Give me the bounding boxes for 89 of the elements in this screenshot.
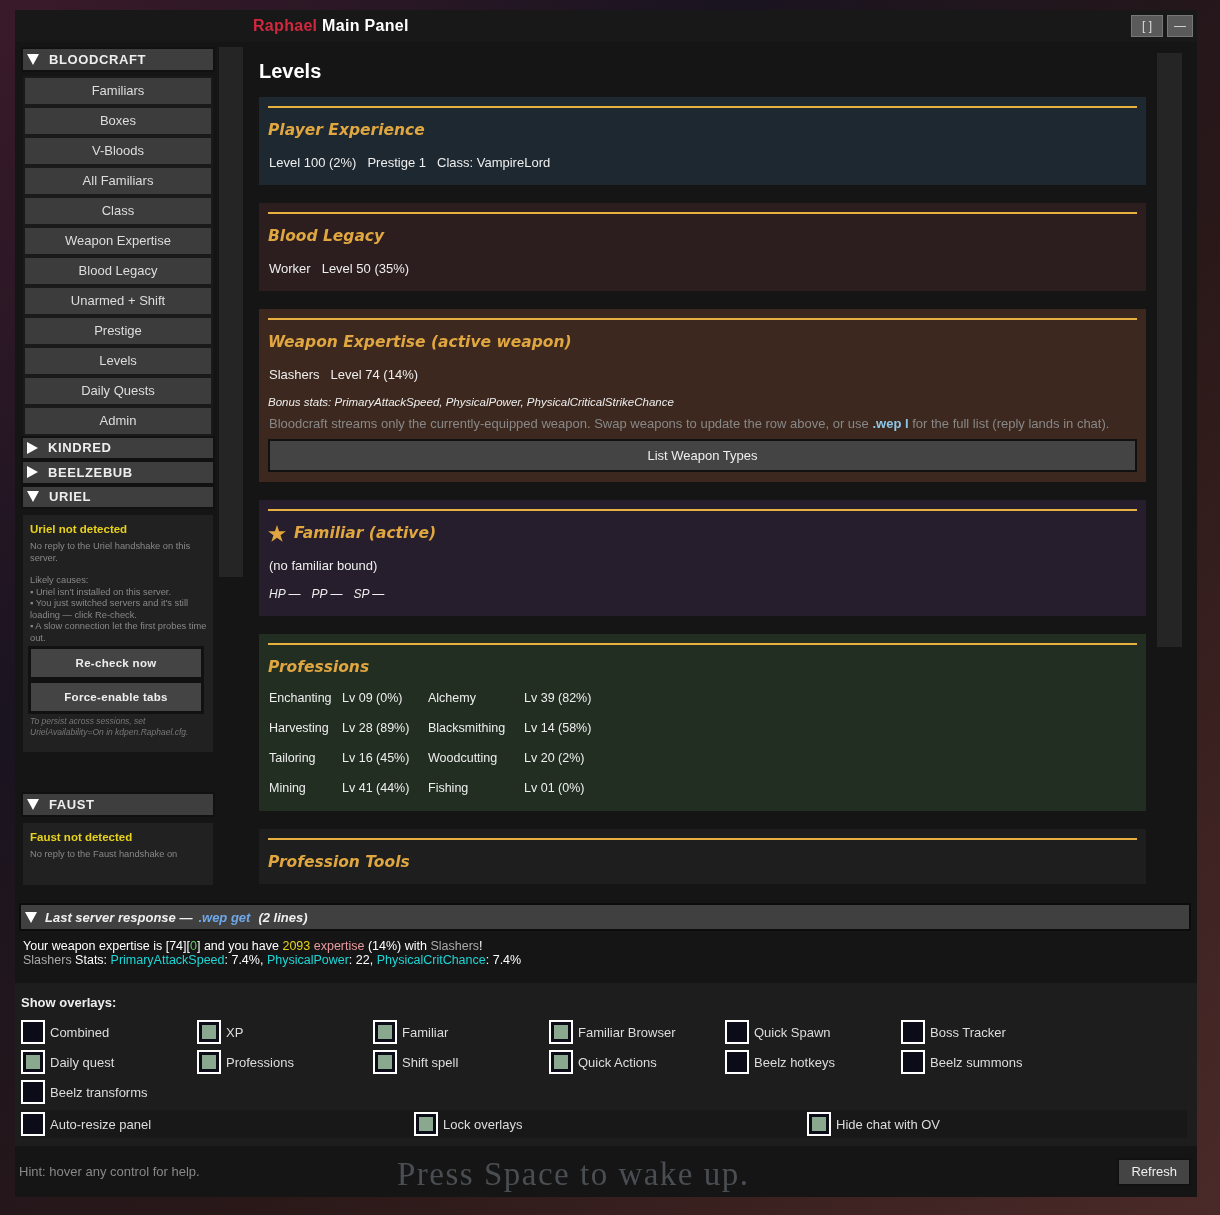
stat-text: Class: VampireLord (437, 155, 551, 170)
background-text: Press Space to wake up. (397, 1156, 750, 1193)
sidebar-item[interactable]: Daily Quests (23, 375, 213, 406)
profession-name: Woodcutting (428, 751, 499, 765)
profession-level: Lv 41 (44%) (342, 781, 411, 795)
card-title: Familiar (active) (294, 524, 436, 542)
sidebar-item[interactable]: Class (23, 195, 213, 226)
overlay-checkbox[interactable]: Beelz transforms (21, 1080, 197, 1104)
notice-button[interactable]: Re-check now (28, 646, 204, 680)
stat-text: PP — (311, 587, 343, 601)
overlay-checkbox[interactable]: Combined (21, 1020, 197, 1044)
response-header[interactable]: Last server response — .wep get (2 lines) (19, 903, 1191, 931)
notice-title: Faust not detected (30, 830, 134, 843)
overlay-checkbox[interactable]: Familiar (373, 1020, 549, 1044)
sidebar-item[interactable]: Weapon Expertise (23, 225, 213, 256)
sidebar-item[interactable]: Familiars (23, 75, 213, 106)
profession-level: Lv 09 (0%) (342, 691, 404, 705)
response-line: Slashers Stats: PrimaryAttackSpeed: 7.4%, PhysicalPower: 22, PhysicalCritChance: 7.4% (23, 953, 523, 967)
sidebar-item[interactable]: All Familiars (23, 165, 213, 196)
window-title: Raphael Main Panel (253, 17, 409, 35)
notice-text: No reply to the Faust handshake on (30, 848, 179, 860)
profession-name: Enchanting (269, 691, 333, 705)
profession-name: Tailoring (269, 751, 317, 765)
sidebar-item[interactable]: V-Bloods (23, 135, 213, 166)
overlay-checkbox[interactable]: Beelz summons (901, 1050, 1077, 1074)
notice-button[interactable]: Force-enable tabs (28, 680, 204, 714)
notice-text: No reply to the Uriel handshake on this server. (30, 541, 192, 564)
profession-name: Blacksmithing (428, 721, 507, 735)
stat-text: Worker (269, 261, 311, 276)
refresh-button[interactable]: Refresh (1117, 1157, 1191, 1186)
minimize-button[interactable]: — (1167, 15, 1193, 37)
overlay-checkbox[interactable]: Beelz hotkeys (725, 1050, 901, 1074)
card-title: Player Experience (268, 121, 425, 139)
sidebar-item[interactable]: Levels (23, 345, 213, 376)
stat-text: SP — (353, 587, 385, 601)
stat-text: Level 74 (14%) (330, 367, 419, 382)
overlay-checkbox[interactable]: Quick Actions (549, 1050, 725, 1074)
sidebar-item[interactable]: Admin (23, 405, 213, 436)
section-header[interactable]: KINDRED (21, 435, 215, 460)
card-title: Professions (268, 658, 370, 676)
profession-name: Alchemy (428, 691, 477, 705)
response-line: Your weapon expertise is [74][0] and you have 2093 expertise (14%) with Slashers! (23, 939, 484, 953)
list-weapon-types-button[interactable]: List Weapon Types (268, 439, 1137, 472)
stat-text: Prestige 1 (367, 155, 426, 170)
section-heading: Levels (259, 60, 323, 84)
sidebar-item[interactable]: Prestige (23, 315, 213, 346)
card-title: Profession Tools (268, 853, 410, 871)
section-header[interactable]: FAUST (21, 792, 215, 817)
overlay-checkbox[interactable]: Hide chat with OV (807, 1112, 1187, 1136)
overlay-checkbox[interactable]: Auto-resize panel (21, 1112, 414, 1136)
notice-text: Likely causes: ▪ Uriel isn't installed on this server. ▪ You just switched servers and it's still loading — click Re-check. ▪ A slow connection let the first probes time out. (30, 575, 208, 644)
bonus-stats-text: Bonus stats: PrimaryAttackSpeed, PhysicalPower, PhysicalCriticalStrikeChance (268, 396, 675, 408)
familiar-status: (no familiar bound) (269, 558, 379, 573)
notice-title: Uriel not detected (30, 523, 129, 535)
overlay-checkbox[interactable]: Professions (197, 1050, 373, 1074)
profession-name: Mining (269, 781, 307, 795)
overlay-checkbox[interactable]: Daily quest (21, 1050, 197, 1074)
section-header[interactable]: BEELZEBUB (21, 460, 215, 485)
profession-level: Lv 20 (2%) (524, 751, 586, 765)
sidebar-item[interactable]: Blood Legacy (23, 255, 213, 286)
overlay-checkbox[interactable]: Quick Spawn (725, 1020, 901, 1044)
note-text: Bloodcraft streams only the currently-equipped weapon. Swap weapons to update the row above, or use .wep l for the full list (reply lands in chat). (269, 416, 1111, 431)
hint-text: Hint: hover any control for help. (19, 1164, 200, 1179)
overlays-label: Show overlays: (21, 995, 118, 1010)
profession-name: Harvesting (269, 721, 330, 735)
star-icon (268, 524, 286, 542)
profession-level: Lv 39 (82%) (524, 691, 592, 705)
stat-text: Slashers (269, 367, 320, 382)
stat-text: Level 50 (35%) (321, 261, 410, 276)
profession-level: Lv 14 (58%) (524, 721, 592, 735)
profession-level: Lv 16 (45%) (342, 751, 411, 765)
notice-footnote: To persist across sessions, set UrielAvailability=On in kdpen.Raphael.cfg. (30, 716, 190, 738)
card-title: Weapon Expertise (active weapon) (268, 333, 572, 351)
sidebar-item[interactable]: Unarmed + Shift (23, 285, 213, 316)
section-header[interactable]: BLOODCRAFT (21, 47, 215, 72)
profession-level: Lv 01 (0%) (524, 781, 586, 795)
stat-text: HP — (269, 587, 301, 601)
section-header[interactable]: URIEL (21, 484, 215, 509)
overlay-checkbox[interactable]: Familiar Browser (549, 1020, 725, 1044)
stat-text: Level 100 (2%) (269, 155, 357, 170)
card-title: Blood Legacy (268, 227, 385, 245)
overlay-checkbox[interactable]: Shift spell (373, 1050, 549, 1074)
sidebar-item[interactable]: Boxes (23, 105, 213, 136)
overlay-checkbox[interactable]: Lock overlays (414, 1112, 807, 1136)
profession-name: Fishing (428, 781, 470, 795)
overlay-checkbox[interactable]: XP (197, 1020, 373, 1044)
profession-level: Lv 28 (89%) (342, 721, 411, 735)
maximize-button[interactable]: [ ] (1131, 15, 1163, 37)
overlay-checkbox[interactable]: Boss Tracker (901, 1020, 1077, 1044)
